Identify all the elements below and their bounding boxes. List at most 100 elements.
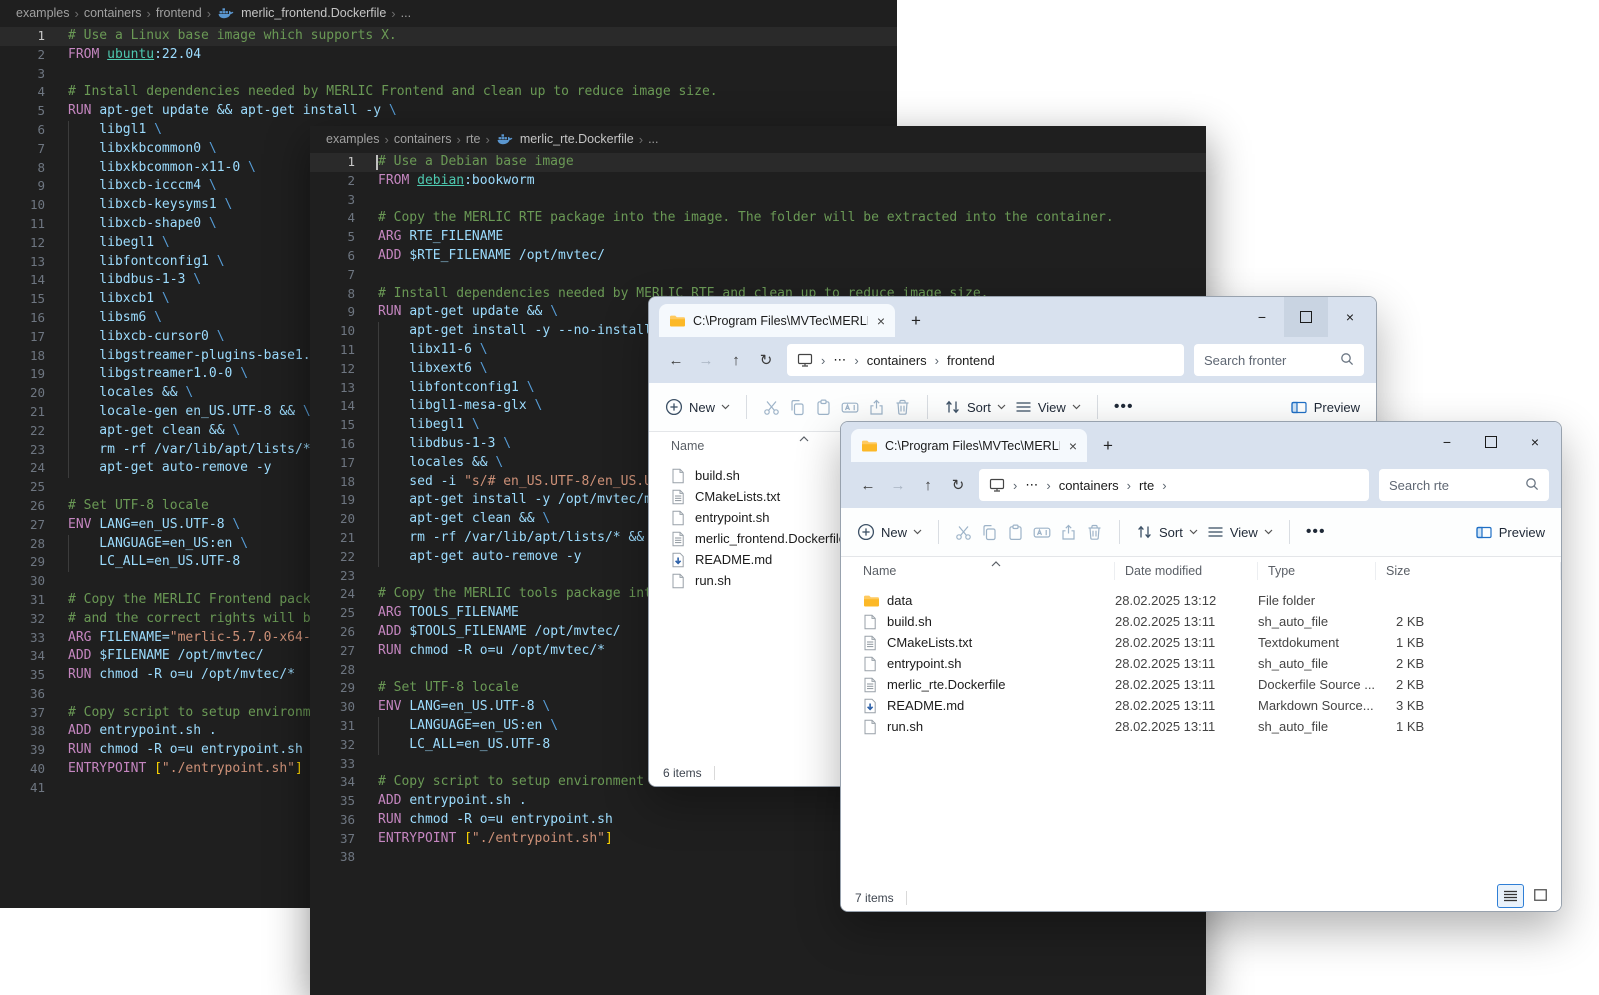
- breadcrumb-item[interactable]: examples: [16, 6, 70, 20]
- explorer-tab[interactable]: C:\Program Files\MVTec\MERLI ×: [659, 304, 895, 337]
- explorer-tab[interactable]: C:\Program Files\MVTec\MERLI ×: [851, 429, 1087, 462]
- file-row[interactable]: build.sh28.02.2025 13:11sh_auto_file2 KB: [841, 611, 1561, 632]
- file-date: 28.02.2025 13:11: [1115, 614, 1258, 629]
- search-input[interactable]: Search fronter: [1194, 344, 1364, 376]
- code-line: 6ADD $RTE_FILENAME /opt/mvtec/: [310, 247, 1206, 266]
- file-row[interactable]: README.md28.02.2025 13:11Markdown Source…: [841, 695, 1561, 716]
- breadcrumb: examples›containers›frontend›merlic_fron…: [0, 0, 897, 26]
- breadcrumb-item[interactable]: examples: [326, 132, 380, 146]
- address-segment[interactable]: frontend: [947, 353, 995, 368]
- line-number: 22: [310, 548, 355, 567]
- breadcrumb-item[interactable]: containers: [394, 132, 452, 146]
- line-number: 27: [310, 642, 355, 661]
- address-ellipsis[interactable]: ⋯: [1025, 477, 1038, 493]
- sort-ascending-icon: [991, 561, 1001, 567]
- preview-button[interactable]: Preview: [1475, 524, 1545, 540]
- file-row[interactable]: run.sh28.02.2025 13:11sh_auto_file1 KB: [841, 716, 1561, 737]
- code-text: ADD $FILENAME /opt/mvtec/: [68, 647, 264, 666]
- breadcrumb-filename[interactable]: merlic_frontend.Dockerfile: [241, 6, 386, 20]
- sort-button[interactable]: Sort: [1136, 524, 1198, 540]
- line-number: 4: [0, 83, 45, 102]
- view-button[interactable]: View: [1015, 399, 1081, 415]
- file-name: run.sh: [887, 719, 1115, 734]
- cut-icon[interactable]: [763, 399, 780, 416]
- maximize-button[interactable]: [1284, 297, 1328, 337]
- more-options-icon[interactable]: •••: [1306, 523, 1326, 541]
- more-options-icon[interactable]: •••: [1114, 398, 1134, 416]
- minimize-button[interactable]: −: [1425, 422, 1469, 462]
- column-header-name[interactable]: Name: [863, 562, 1115, 580]
- breadcrumb-symbol-ellipsis[interactable]: ...: [648, 132, 658, 146]
- copy-icon[interactable]: [789, 399, 806, 416]
- share-icon[interactable]: [868, 399, 885, 416]
- new-tab-button[interactable]: +: [911, 312, 921, 329]
- address-segment[interactable]: rte: [1139, 478, 1154, 493]
- toolbar-divider: [1119, 520, 1120, 544]
- cut-icon[interactable]: [955, 524, 972, 541]
- line-number: 3: [310, 191, 355, 210]
- refresh-button[interactable]: ↻: [943, 476, 973, 494]
- up-button[interactable]: ↑: [913, 477, 943, 494]
- rename-icon[interactable]: [841, 399, 859, 416]
- breadcrumb-item[interactable]: frontend: [156, 6, 202, 20]
- breadcrumb-item[interactable]: containers: [84, 6, 142, 20]
- file-row[interactable]: merlic_rte.Dockerfile28.02.2025 13:11Doc…: [841, 674, 1561, 695]
- breadcrumb-item[interactable]: rte: [466, 132, 481, 146]
- close-button[interactable]: ×: [1328, 297, 1372, 337]
- new-button[interactable]: New: [857, 523, 922, 541]
- icons-view-toggle[interactable]: [1528, 884, 1553, 906]
- code-text: libsm6 \: [68, 309, 162, 328]
- back-button[interactable]: ←: [661, 352, 691, 369]
- code-text: LANGUAGE=en_US:en \: [68, 535, 248, 554]
- new-tab-button[interactable]: +: [1103, 437, 1113, 454]
- address-segment[interactable]: containers: [867, 353, 927, 368]
- code-text: sed -i "s/# en_US.UTF-8/en_US.U: [378, 473, 652, 492]
- breadcrumb-filename[interactable]: merlic_rte.Dockerfile: [520, 132, 634, 146]
- delete-icon[interactable]: [1086, 524, 1103, 541]
- forward-button[interactable]: →: [883, 477, 913, 494]
- chevron-down-icon: [1072, 404, 1081, 410]
- sort-button[interactable]: Sort: [944, 399, 1006, 415]
- breadcrumb-symbol-ellipsis[interactable]: ...: [401, 6, 411, 20]
- details-view-toggle[interactable]: [1497, 884, 1524, 908]
- search-input[interactable]: Search rte: [1379, 469, 1549, 501]
- paste-icon[interactable]: [815, 399, 832, 416]
- back-button[interactable]: ←: [853, 477, 883, 494]
- address-ellipsis[interactable]: ⋯: [833, 352, 846, 368]
- column-header-size[interactable]: Size: [1376, 562, 1561, 580]
- file-row[interactable]: data28.02.2025 13:12File folder: [841, 590, 1561, 611]
- code-text: rm -rf /var/lib/apt/lists/* && \: [378, 529, 660, 548]
- sort-icon: [944, 399, 961, 415]
- minimize-button[interactable]: −: [1240, 297, 1284, 337]
- address-bar[interactable]: ›⋯›containers›rte›: [979, 469, 1369, 501]
- copy-icon[interactable]: [981, 524, 998, 541]
- chevron-down-icon: [1189, 529, 1198, 535]
- new-button[interactable]: New: [665, 398, 730, 416]
- markdown-file-icon: [863, 698, 877, 714]
- column-header-date-modified[interactable]: Date modified: [1115, 562, 1258, 580]
- tab-close-icon[interactable]: ×: [875, 313, 887, 329]
- line-number: 13: [0, 253, 45, 272]
- code-text: libegl1 \: [378, 416, 480, 435]
- paste-icon[interactable]: [1007, 524, 1024, 541]
- share-icon[interactable]: [1060, 524, 1077, 541]
- magnifier-icon: [1340, 352, 1354, 366]
- address-bar[interactable]: ›⋯›containers›frontend: [787, 344, 1184, 376]
- forward-button[interactable]: →: [691, 352, 721, 369]
- view-button[interactable]: View: [1207, 524, 1273, 540]
- file-row[interactable]: entrypoint.sh28.02.2025 13:11sh_auto_fil…: [841, 653, 1561, 674]
- close-button[interactable]: ×: [1513, 422, 1557, 462]
- column-header-type[interactable]: Type: [1258, 562, 1376, 580]
- preview-button[interactable]: Preview: [1290, 399, 1360, 415]
- tab-close-icon[interactable]: ×: [1067, 438, 1079, 454]
- chevron-down-icon: [913, 529, 922, 535]
- refresh-button[interactable]: ↻: [751, 351, 781, 369]
- maximize-button[interactable]: [1469, 422, 1513, 462]
- file-row[interactable]: CMakeLists.txt28.02.2025 13:11Textdokume…: [841, 632, 1561, 653]
- code-text: ENV LANG=en_US.UTF-8 \: [68, 516, 240, 535]
- code-text: apt-get clean && \: [378, 510, 550, 529]
- address-segment[interactable]: containers: [1059, 478, 1119, 493]
- up-button[interactable]: ↑: [721, 352, 751, 369]
- delete-icon[interactable]: [894, 399, 911, 416]
- rename-icon[interactable]: [1033, 524, 1051, 541]
